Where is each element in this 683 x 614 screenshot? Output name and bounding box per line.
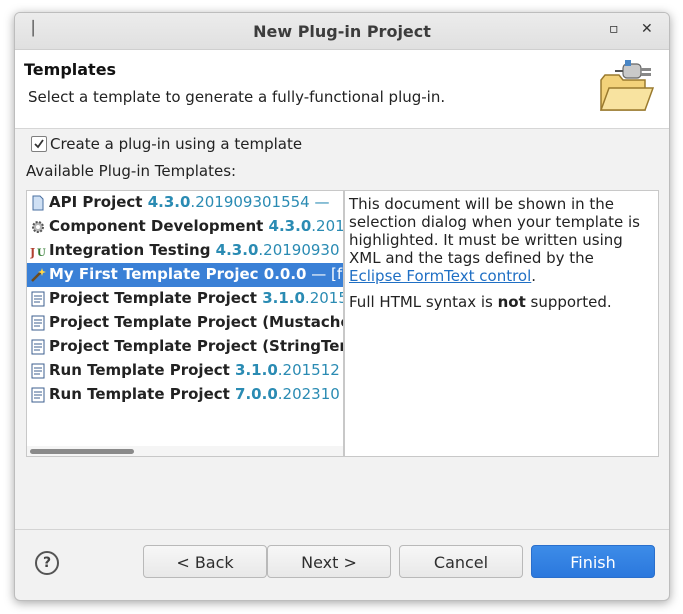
template-row-component-development[interactable]: Component Development 4.3.0.201 — [27, 215, 343, 239]
template-icon — [31, 315, 45, 331]
description-period: . — [531, 267, 537, 285]
template-name: Component Development — [49, 217, 269, 235]
svg-text:J: J — [30, 246, 35, 259]
template-version: 4.3.0 — [215, 241, 259, 259]
template-version: 4.3.0 — [268, 217, 312, 235]
plugin-folder-icon — [599, 60, 655, 111]
template-name: My First Template Projec 0.0.0 — [49, 265, 307, 283]
template-version-suffix: .202310 — [277, 385, 340, 403]
template-icon — [31, 363, 45, 379]
description-text: supported. — [525, 293, 612, 311]
template-version-suffix: .20190930 — [258, 241, 340, 259]
junit-icon: J U — [30, 246, 46, 259]
template-name: Run Template Project — [49, 361, 236, 379]
banner-description: Select a template to generate a fully-fu… — [28, 88, 446, 106]
template-name: Project Template Project (StringTer — [49, 337, 343, 355]
template-name: Project Template Project — [49, 289, 263, 307]
template-version: 7.0.0 — [235, 385, 278, 403]
minimize-icon[interactable]: ▫ — [609, 21, 619, 37]
template-version-suffix: .2015 — [304, 289, 343, 307]
description-text: Full HTML syntax is — [349, 293, 498, 311]
description-paragraph-1: This document will be shown in the selec… — [349, 195, 649, 285]
template-row-project-template-mustache[interactable]: Project Template Project (Mustache — [27, 311, 343, 335]
template-name: Run Template Project — [49, 385, 236, 403]
template-row-integration-testing[interactable]: J U Integration Testing 4.3.0.20190930 — [27, 239, 343, 263]
wizard-banner: Templates Select a template to generate … — [15, 50, 669, 129]
template-row-api-project[interactable]: API Project 4.3.0.201909301554 — — [27, 191, 343, 215]
svg-text:U: U — [37, 248, 46, 259]
template-version: 4.3.0 — [147, 193, 191, 211]
button-bar-separator — [15, 529, 669, 530]
banner-title: Templates — [24, 60, 117, 79]
template-version-suffix: .201 — [311, 217, 343, 235]
close-icon[interactable]: ✕ — [641, 21, 653, 37]
template-version: 3.1.0 — [235, 361, 278, 379]
gear-icon — [32, 221, 44, 233]
next-button[interactable]: Next > — [267, 545, 391, 578]
description-text: This document will be shown in the selec… — [349, 195, 640, 267]
formtext-link[interactable]: Eclipse FormText control — [349, 267, 531, 285]
horizontal-scrollbar[interactable] — [27, 446, 343, 456]
template-version-suffix: — [f — [306, 265, 343, 283]
cancel-button[interactable]: Cancel — [399, 545, 523, 578]
description-bold: not — [497, 293, 526, 311]
checkmark-icon — [34, 139, 44, 149]
template-name: Project Template Project (Mustache — [49, 313, 343, 331]
template-row-project-template-project[interactable]: Project Template Project 3.1.0.2015 — [27, 287, 343, 311]
template-icon — [31, 291, 45, 307]
wand-icon — [31, 268, 46, 282]
template-version-suffix: .201512 — [277, 361, 340, 379]
template-description-panel: This document will be shown in the selec… — [344, 190, 659, 457]
template-version: 3.1.0 — [262, 289, 305, 307]
use-template-checkbox[interactable] — [31, 136, 47, 152]
title-bar: │ New Plug-in Project ▫ ✕ — [15, 13, 669, 50]
template-version-suffix: .201909301554 — — [190, 193, 330, 211]
window-title: New Plug-in Project — [253, 22, 431, 41]
help-button[interactable]: ? — [35, 551, 59, 575]
template-name: Integration Testing — [49, 241, 216, 259]
template-name: API Project — [49, 193, 148, 211]
dialog-window: │ New Plug-in Project ▫ ✕ Templates Sele… — [14, 12, 670, 601]
use-template-label[interactable]: Create a plug-in using a template — [50, 135, 302, 153]
template-row-run-template-7[interactable]: Run Template Project 7.0.0.202310 — [27, 383, 343, 407]
template-row-project-template-stringtemplate[interactable]: Project Template Project (StringTer — [27, 335, 343, 359]
finish-button[interactable]: Finish — [531, 545, 655, 578]
description-paragraph-2: Full HTML syntax is not supported. — [349, 293, 649, 311]
scrollbar-thumb[interactable] — [30, 449, 134, 454]
document-icon — [32, 195, 44, 211]
template-icon — [31, 339, 45, 355]
template-row-run-template-3[interactable]: Run Template Project 3.1.0.201512 — [27, 359, 343, 383]
back-button[interactable]: < Back — [143, 545, 267, 578]
templates-list[interactable]: API Project 4.3.0.201909301554 — Compone… — [26, 190, 344, 457]
template-icon — [31, 387, 45, 403]
template-row-my-first-template[interactable]: My First Template Projec 0.0.0 — [f — [27, 263, 343, 287]
available-templates-label: Available Plug-in Templates: — [26, 162, 237, 180]
